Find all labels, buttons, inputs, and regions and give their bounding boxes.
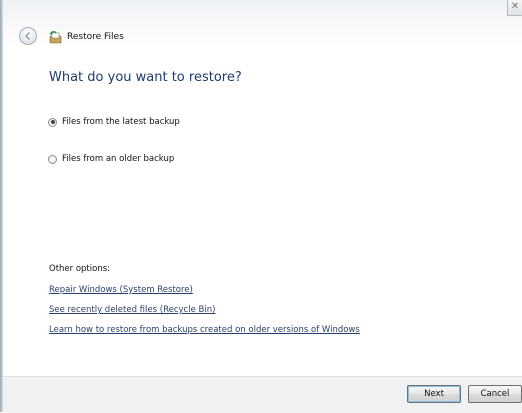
other-options-label: Other options: [49,264,111,274]
restore-files-icon [49,31,62,44]
back-arrow-icon [24,31,31,41]
radio-button[interactable] [48,154,57,164]
back-button[interactable] [19,27,37,45]
option-label: Files from the latest backup [62,117,180,127]
page-heading: What do you want to restore? [49,70,242,85]
option-latest-backup[interactable]: Files from the latest backup [48,115,180,129]
window-frame-left [0,0,3,412]
link-system-restore[interactable]: Repair Windows (System Restore) [49,285,193,295]
option-label: Files from an older backup [62,154,175,164]
option-older-backup[interactable]: Files from an older backup [48,152,174,166]
cancel-button[interactable]: Cancel [468,385,522,403]
close-icon: ✕ [510,1,520,12]
link-older-backups-help[interactable]: Learn how to restore from backups create… [49,325,360,335]
radio-button-checked[interactable] [48,117,57,127]
next-button[interactable]: Next [407,385,461,403]
window-title: Restore Files [67,32,124,42]
close-button[interactable]: ✕ [507,0,522,16]
link-recycle-bin[interactable]: See recently deleted files (Recycle Bin) [49,305,215,315]
